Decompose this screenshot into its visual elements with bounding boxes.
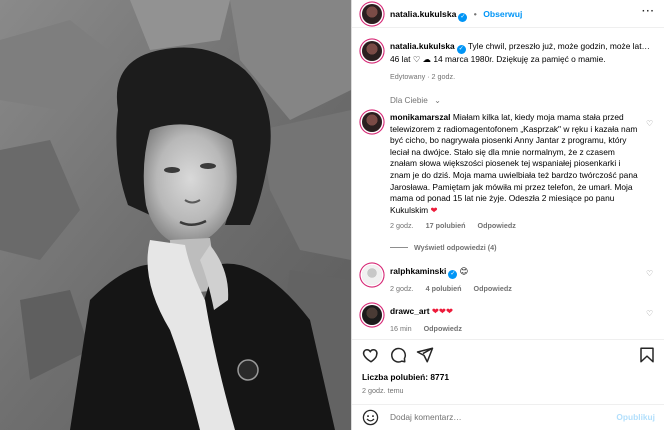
comment-reply-button[interactable]: Odpowiedz xyxy=(478,221,516,230)
caption-meta: Edytowany · 2 godz. xyxy=(390,72,456,81)
comment-likes[interactable]: 17 polubień xyxy=(426,221,466,230)
comment-avatar[interactable] xyxy=(362,265,382,285)
comment-time: 2 godz. xyxy=(390,284,414,293)
caption-text: natalia.kukulska ✓ Tyle chwil, przeszło j… xyxy=(390,41,656,66)
author-username-row: natalia.kukulska ✓ • Obserwuj xyxy=(390,9,522,22)
heart-icon[interactable] xyxy=(362,346,380,364)
caption-username[interactable]: natalia.kukulska xyxy=(390,41,455,51)
heart-outline-icon: ♡ xyxy=(412,54,421,64)
comment-avatar[interactable] xyxy=(362,305,382,325)
heart-emoji-icon: ❤ xyxy=(430,204,438,215)
post-photo-image xyxy=(0,0,351,430)
chevron-down-icon: ⌄ xyxy=(434,96,441,105)
post-time: 2 godz. temu xyxy=(362,386,404,395)
comment-meta: 2 godz. 4 polubień Odpowiedz xyxy=(390,284,512,293)
verified-icon: ✓ xyxy=(448,270,458,279)
verified-icon: ✓ xyxy=(458,13,468,22)
comment-reply-button[interactable]: Odpowiedz xyxy=(474,284,512,293)
replies-divider xyxy=(390,247,408,248)
author-username[interactable]: natalia.kukulska xyxy=(390,9,456,19)
comment-item: ralphkaminski ✓ 😊 xyxy=(390,266,468,279)
comment-username[interactable]: ralphkaminski xyxy=(390,266,446,276)
comment-like-icon[interactable]: ♡ xyxy=(646,310,654,318)
separator-dot: • xyxy=(473,9,477,19)
verified-icon: ✓ xyxy=(456,45,466,54)
view-replies-button[interactable]: Wyświetl odpowiedzi (4) xyxy=(414,243,497,252)
publish-button[interactable]: Opublikuj xyxy=(616,412,655,424)
follow-button[interactable]: Obserwuj xyxy=(483,9,522,19)
like-count[interactable]: Liczba polubień: 8771 xyxy=(362,372,449,384)
caption-avatar[interactable] xyxy=(362,41,382,61)
bookmark-icon[interactable] xyxy=(638,346,656,364)
comment-filter-label: Dla Ciebie xyxy=(390,96,428,105)
post-viewer: natalia.kukulska ✓ • Obserwuj ··· natalia… xyxy=(0,0,664,430)
caption-body-2: 14 marca 1980r. Dziękuję za pamięć o mam… xyxy=(433,54,606,64)
post-header: natalia.kukulska ✓ • Obserwuj ··· xyxy=(352,0,664,28)
comment-likes[interactable]: 4 polubień xyxy=(426,284,462,293)
comment-reply-button[interactable]: Odpowiedz xyxy=(424,324,462,333)
comment-avatar[interactable] xyxy=(362,112,382,132)
post-photo[interactable] xyxy=(0,0,351,430)
comment-like-icon[interactable]: ♡ xyxy=(646,270,654,278)
comment-username[interactable]: drawc_art xyxy=(390,306,430,316)
comment-text: 😊 xyxy=(459,266,469,276)
post-side-panel: natalia.kukulska ✓ • Obserwuj ··· natalia… xyxy=(351,0,664,430)
comment-meta: 16 min Odpowiedz xyxy=(390,324,462,333)
cloud-icon: ☁ xyxy=(422,54,432,64)
comment-text: ❤❤❤ xyxy=(431,306,453,316)
comment-text: Miałam kilka lat, kiedy moja mama stała … xyxy=(390,112,638,215)
comment-time: 2 godz. xyxy=(390,221,414,230)
comment-meta: 2 godz. 17 polubień Odpowiedz xyxy=(390,221,516,230)
comment-like-icon[interactable]: ♡ xyxy=(646,120,654,128)
share-icon[interactable] xyxy=(416,346,434,364)
emoji-icon[interactable] xyxy=(362,409,379,426)
comment-item: drawc_art ❤❤❤ xyxy=(390,306,453,318)
comment-time: 16 min xyxy=(390,324,412,333)
comment-filter[interactable]: Dla Ciebie ⌄ xyxy=(390,95,441,105)
comment-icon[interactable] xyxy=(389,346,407,364)
comment-username[interactable]: monikamarszal xyxy=(390,112,451,122)
more-options-icon[interactable]: ··· xyxy=(642,6,655,17)
comment-item: monikamarszal Miałam kilka lat, kiedy mo… xyxy=(390,112,640,216)
add-comment-bar: Dodaj komentarz… Opublikuj xyxy=(352,404,664,430)
add-comment-input[interactable]: Dodaj komentarz… xyxy=(390,412,462,424)
author-avatar[interactable] xyxy=(362,4,382,24)
